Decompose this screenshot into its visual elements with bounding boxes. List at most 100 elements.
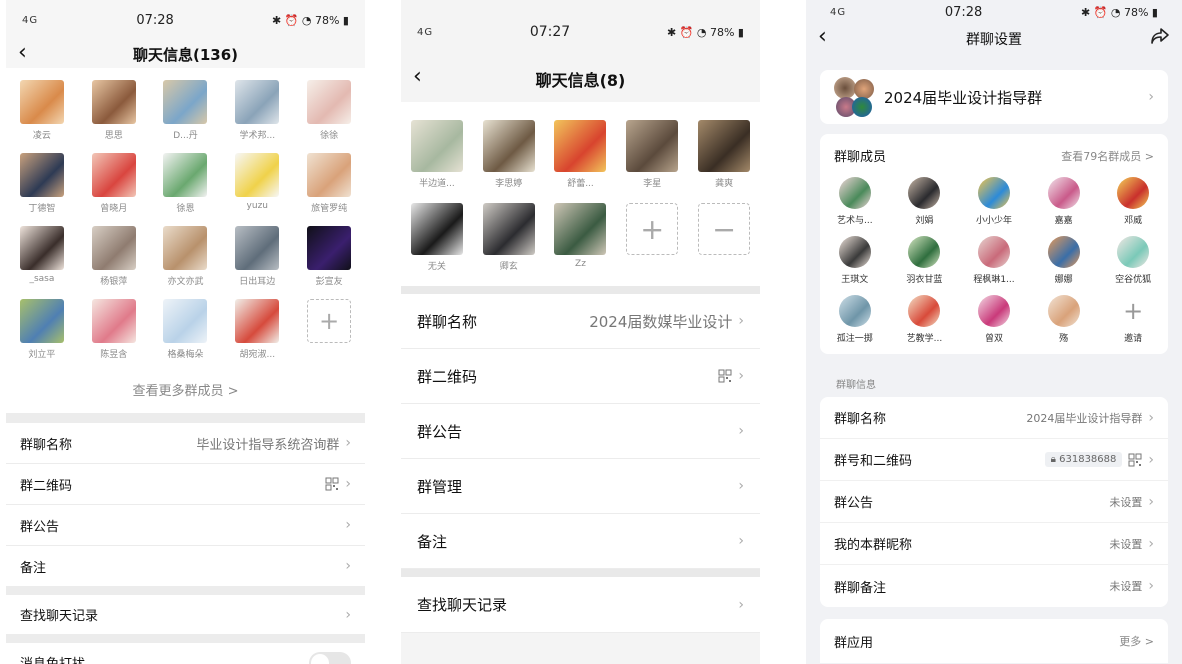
member-item[interactable]: 胡宛淑... xyxy=(221,299,293,360)
member-item[interactable]: 丁德智 xyxy=(6,153,78,214)
setting-row[interactable]: 群二维码 › xyxy=(6,464,365,505)
member-avatar[interactable] xyxy=(91,153,136,197)
member-item[interactable]: 彭宣友 xyxy=(293,226,365,287)
member-item[interactable]: 孤注一掷 xyxy=(820,295,890,344)
setting-row[interactable]: 群聊备注 未设置 › xyxy=(820,565,1168,607)
member-avatar[interactable] xyxy=(235,226,280,270)
member-avatar[interactable] xyxy=(163,153,208,197)
setting-row[interactable]: 群二维码 › xyxy=(401,349,760,404)
back-arrow-icon[interactable]: ‹ xyxy=(413,64,422,90)
setting-row[interactable]: 我的本群昵称 未设置 › xyxy=(820,523,1168,565)
setting-row[interactable]: 备注 › xyxy=(6,546,365,587)
setting-row[interactable]: 群公告 › xyxy=(6,505,365,546)
member-item[interactable]: 艺教学... xyxy=(890,295,960,344)
member-item[interactable]: 杨银萍 xyxy=(78,226,150,287)
find-chat-history-row[interactable]: 查找聊天记录 › xyxy=(401,577,760,633)
member-avatar[interactable] xyxy=(91,80,136,124)
member-item[interactable]: 旅管罗纯 xyxy=(293,153,365,214)
add-member-icon[interactable]: + xyxy=(307,299,352,343)
member-item[interactable]: 娜娜 xyxy=(1029,236,1099,285)
member-item[interactable]: 日出耳边 xyxy=(221,226,293,287)
member-avatar[interactable] xyxy=(163,299,208,343)
setting-row[interactable]: 群管理 › xyxy=(401,459,760,514)
member-avatar[interactable] xyxy=(908,236,941,268)
member-avatar[interactable] xyxy=(838,177,871,209)
member-item[interactable]: 思思 xyxy=(78,80,150,141)
member-avatar[interactable] xyxy=(838,295,871,327)
member-item[interactable]: 小小少年 xyxy=(959,177,1029,226)
member-avatar[interactable] xyxy=(1117,177,1150,209)
member-item[interactable]: 无关 xyxy=(401,203,473,272)
add-member-item[interactable]: + xyxy=(293,299,365,360)
view-all-members-link[interactable]: 查看79名群成员 > xyxy=(1061,148,1154,164)
member-avatar[interactable] xyxy=(91,226,136,270)
apps-more-link[interactable]: 更多 > xyxy=(1119,633,1154,649)
member-avatar[interactable] xyxy=(1047,177,1080,209)
member-item[interactable]: 学术邦... xyxy=(221,80,293,141)
share-icon[interactable] xyxy=(1150,27,1170,45)
member-item[interactable]: 舒蕾... xyxy=(545,120,617,189)
member-item[interactable]: 龚爽 xyxy=(688,120,760,189)
setting-row[interactable]: 群聊名称 2024届数媒毕业设计 › xyxy=(401,294,760,349)
member-avatar[interactable] xyxy=(163,80,208,124)
setting-row[interactable]: 群聊名称 2024届毕业设计指导群 › xyxy=(820,397,1168,439)
group-header-card[interactable]: 2024届毕业设计指导群 › xyxy=(820,70,1168,124)
add-member-item[interactable]: + xyxy=(616,203,688,272)
dnd-toggle[interactable] xyxy=(309,651,351,664)
member-avatar[interactable] xyxy=(482,120,535,172)
member-avatar[interactable] xyxy=(410,120,463,172)
dnd-row[interactable]: 消息免打扰 xyxy=(6,643,365,664)
member-avatar[interactable] xyxy=(235,80,280,124)
member-avatar[interactable] xyxy=(307,226,352,270)
member-avatar[interactable] xyxy=(977,177,1010,209)
group-apps-row[interactable]: 群应用 更多 > xyxy=(820,619,1168,663)
member-avatar[interactable] xyxy=(307,80,352,124)
member-item[interactable]: 空谷优狐 xyxy=(1098,236,1168,285)
setting-row[interactable]: 群公告 未设置 › xyxy=(820,481,1168,523)
member-item[interactable]: D...丹 xyxy=(150,80,222,141)
setting-row[interactable]: 群号和二维码 🔒︎ 631838688 › xyxy=(820,439,1168,481)
member-item[interactable]: 格桑梅朵 xyxy=(150,299,222,360)
member-item[interactable]: 邓威 xyxy=(1098,177,1168,226)
member-item[interactable]: 半边道... xyxy=(401,120,473,189)
member-item[interactable]: 徐徐 xyxy=(293,80,365,141)
invite-item[interactable]: + 邀请 xyxy=(1098,295,1168,344)
member-avatar[interactable] xyxy=(554,203,607,255)
find-chat-history-row[interactable]: 查找聊天记录 › xyxy=(6,595,365,635)
member-item[interactable]: 陈昱含 xyxy=(78,299,150,360)
member-avatar[interactable] xyxy=(838,236,871,268)
add-member-icon[interactable]: + xyxy=(626,203,679,255)
member-avatar[interactable] xyxy=(235,153,280,197)
member-item[interactable]: yuzu xyxy=(221,153,293,214)
member-avatar[interactable] xyxy=(19,299,64,343)
member-item[interactable]: 凌云 xyxy=(6,80,78,141)
member-avatar[interactable] xyxy=(1047,236,1080,268)
member-item[interactable]: 亦文亦武 xyxy=(150,226,222,287)
member-avatar[interactable] xyxy=(410,203,463,255)
member-avatar[interactable] xyxy=(908,177,941,209)
member-item[interactable]: 曾双 xyxy=(959,295,1029,344)
member-item[interactable]: 刘娟 xyxy=(890,177,960,226)
member-avatar[interactable] xyxy=(908,295,941,327)
member-item[interactable]: Zz xyxy=(545,203,617,272)
member-avatar[interactable] xyxy=(977,236,1010,268)
member-avatar[interactable] xyxy=(91,299,136,343)
member-item[interactable]: 徐恩 xyxy=(150,153,222,214)
member-item[interactable]: 刘立平 xyxy=(6,299,78,360)
member-item[interactable]: 王琪文 xyxy=(820,236,890,285)
member-item[interactable]: 嘉嘉 xyxy=(1029,177,1099,226)
back-arrow-icon[interactable]: ‹ xyxy=(18,40,27,66)
member-item[interactable]: 艺术与... xyxy=(820,177,890,226)
member-avatar[interactable] xyxy=(235,299,280,343)
member-avatar[interactable] xyxy=(163,226,208,270)
member-item[interactable]: 殇 xyxy=(1029,295,1099,344)
setting-row[interactable]: 备注 › xyxy=(401,514,760,569)
member-avatar[interactable] xyxy=(307,153,352,197)
member-item[interactable]: 李星 xyxy=(616,120,688,189)
member-item[interactable]: _sasa xyxy=(6,226,78,287)
member-avatar[interactable] xyxy=(1047,295,1080,327)
member-item[interactable]: 李思婷 xyxy=(473,120,545,189)
member-item[interactable]: 卿玄 xyxy=(473,203,545,272)
member-avatar[interactable] xyxy=(482,203,535,255)
member-avatar[interactable] xyxy=(1117,236,1150,268)
